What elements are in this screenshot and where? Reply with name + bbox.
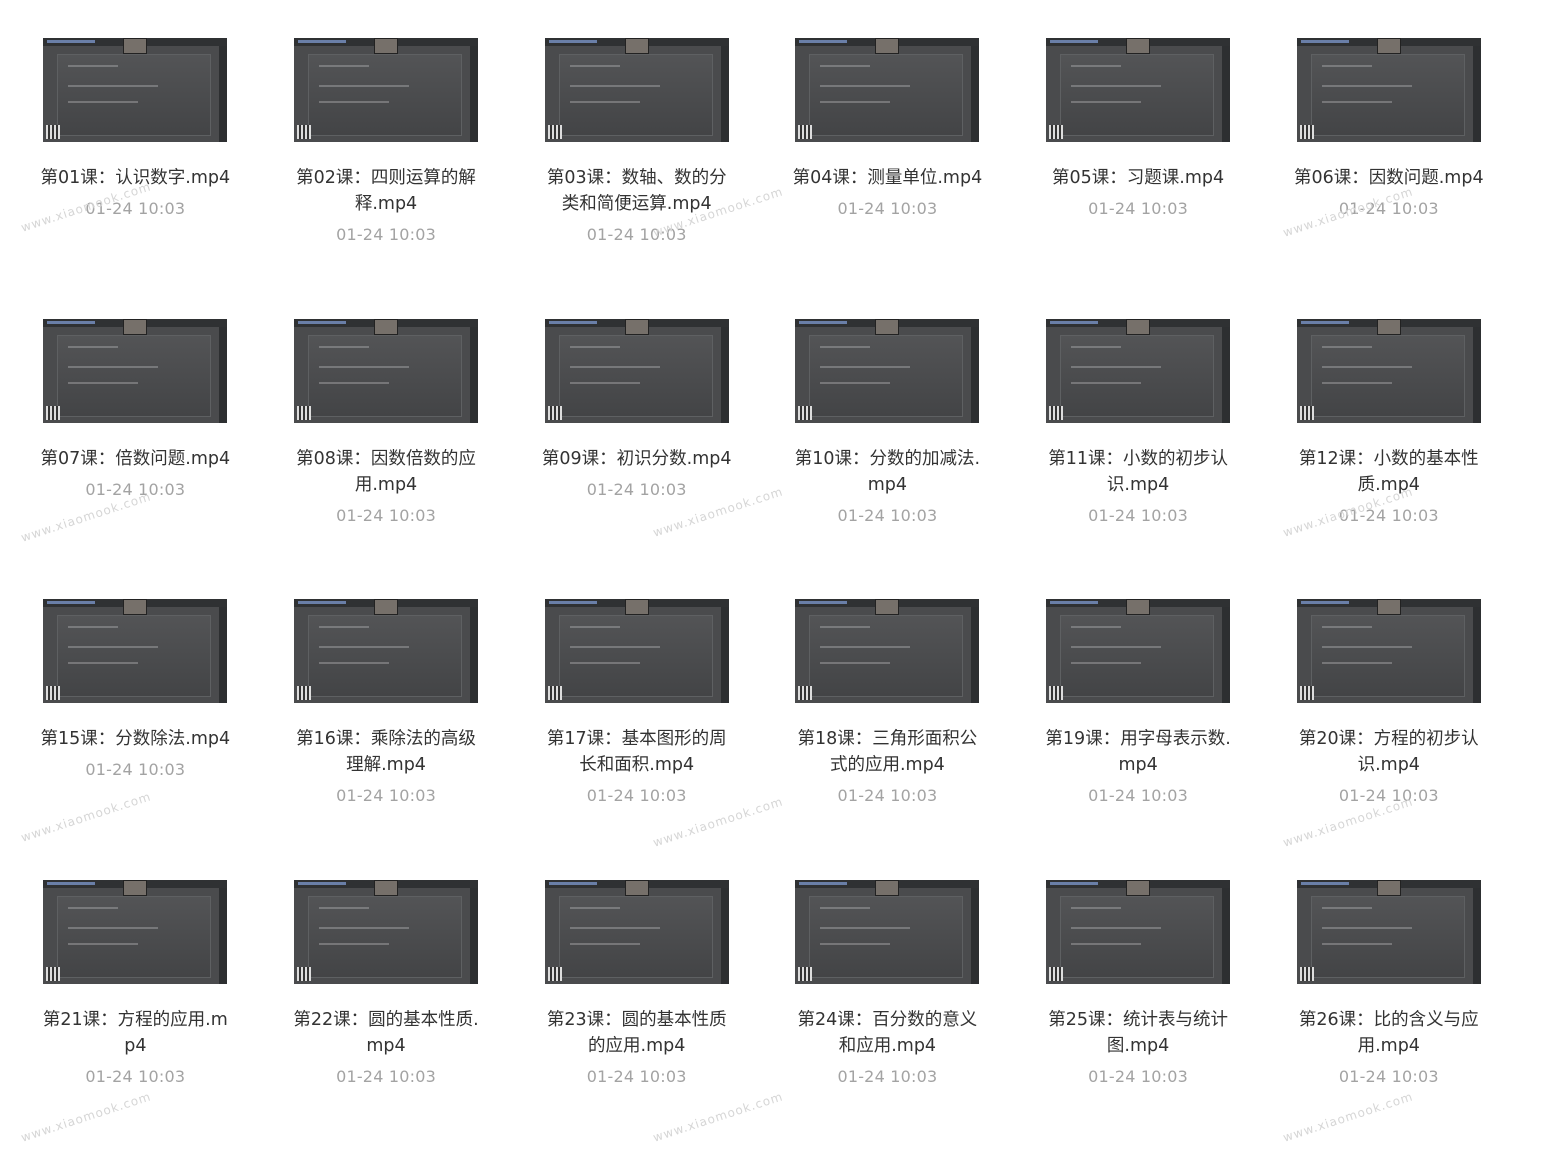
video-tile[interactable]: 第01课：认识数字.mp4 01-24 10:03 [10, 38, 261, 319]
video-thumbnail[interactable] [1296, 880, 1481, 985]
video-tile[interactable]: 第08课：因数倍数的应用.mp4 01-24 10:03 [261, 318, 512, 600]
video-time: 01-24 10:03 [837, 199, 938, 218]
video-time: 01-24 10:03 [85, 760, 186, 780]
video-tile[interactable]: 第19课：用字母表示数.mp4 01-24 10:03 [1013, 599, 1264, 880]
video-tile[interactable]: 第09课：初识分数.mp4 01-24 10:03 [511, 318, 762, 600]
video-tile[interactable]: 第03课：数轴、数的分类和简便运算.mp4 01-24 10:03 [511, 38, 762, 319]
video-title[interactable]: 第17课：基本图形的周长和面积.mp4 [540, 726, 734, 778]
video-thumbnail[interactable] [43, 880, 228, 985]
video-time: 01-24 10:03 [1088, 199, 1189, 218]
video-time: 01-24 10:03 [336, 225, 436, 244]
video-title[interactable]: 第08课：因数倍数的应用.mp4 [289, 446, 483, 498]
video-tile[interactable]: 第04课：测量单位.mp4 01-24 10:03 [762, 38, 1013, 319]
video-time: 01-24 10:03 [1088, 1067, 1189, 1087]
video-tile[interactable]: 第22课：圆的基本性质.mp4 01-24 10:03 [261, 880, 512, 1161]
video-tile[interactable]: 第24课：百分数的意义和应用.mp4 01-24 10:03 [762, 880, 1013, 1161]
video-tile[interactable]: 第21课：方程的应用.mp4 01-24 10:03 [10, 880, 261, 1161]
video-tile[interactable]: 第12课：小数的基本性质.mp4 01-24 10:03 [1263, 318, 1514, 600]
video-title[interactable]: 第26课：比的含义与应用.mp4 [1292, 1007, 1486, 1059]
video-thumbnail[interactable] [1296, 38, 1481, 142]
video-time: 01-24 10:03 [586, 479, 687, 499]
video-title[interactable]: 第18课：三角形面积公式的应用.mp4 [790, 726, 984, 778]
video-time: 01-24 10:03 [336, 1067, 436, 1087]
video-time: 01-24 10:03 [1338, 1067, 1439, 1087]
video-title[interactable]: 第11课：小数的初步认识.mp4 [1041, 446, 1235, 498]
video-title[interactable]: 第20课：方程的初步认识.mp4 [1292, 726, 1486, 778]
video-thumbnail[interactable] [294, 318, 479, 423]
video-thumbnail[interactable] [795, 318, 980, 423]
video-tile[interactable]: 第05课：习题课.mp4 01-24 10:03 [1013, 38, 1264, 319]
video-tile[interactable]: 第25课：统计表与统计图.mp4 01-24 10:03 [1013, 880, 1264, 1161]
video-title[interactable]: 第15课：分数除法.mp4 [38, 726, 232, 752]
video-title[interactable]: 第19课：用字母表示数.mp4 [1041, 726, 1235, 778]
video-tile[interactable]: 第11课：小数的初步认识.mp4 01-24 10:03 [1013, 318, 1264, 600]
video-thumbnail[interactable] [544, 880, 729, 985]
video-tile[interactable]: 第02课：四则运算的解释.mp4 01-24 10:03 [261, 38, 512, 319]
video-time: 01-24 10:03 [837, 786, 938, 806]
video-thumbnail[interactable] [1296, 599, 1481, 704]
video-thumbnail[interactable] [1046, 880, 1231, 985]
video-time: 01-24 10:03 [336, 786, 436, 806]
video-thumbnail[interactable] [43, 318, 228, 423]
video-time: 01-24 10:03 [336, 505, 436, 525]
video-thumbnail[interactable] [43, 38, 228, 142]
video-thumbnail[interactable] [294, 38, 479, 142]
video-title[interactable]: 第23课：圆的基本性质的应用.mp4 [540, 1007, 734, 1059]
video-tile[interactable]: 第18课：三角形面积公式的应用.mp4 01-24 10:03 [762, 599, 1013, 880]
video-time: 01-24 10:03 [586, 786, 687, 806]
video-time: 01-24 10:03 [85, 1067, 186, 1087]
video-thumbnail[interactable] [544, 318, 729, 423]
video-thumbnail[interactable] [1046, 599, 1231, 704]
video-title[interactable]: 第05课：习题课.mp4 [1041, 165, 1235, 191]
video-time: 01-24 10:03 [837, 505, 938, 525]
video-tile[interactable]: 第17课：基本图形的周长和面积.mp4 01-24 10:03 [511, 599, 762, 880]
video-title[interactable]: 第16课：乘除法的高级理解.mp4 [289, 726, 483, 778]
video-tile[interactable]: 第26课：比的含义与应用.mp4 01-24 10:03 [1263, 880, 1514, 1161]
video-time: 01-24 10:03 [1088, 786, 1189, 806]
video-title[interactable]: 第22课：圆的基本性质.mp4 [289, 1007, 483, 1059]
video-title[interactable]: 第09课：初识分数.mp4 [540, 446, 734, 472]
video-tile[interactable]: 第15课：分数除法.mp4 01-24 10:03 [10, 599, 261, 880]
video-thumbnail[interactable] [1296, 318, 1481, 423]
video-thumbnail[interactable] [795, 599, 980, 704]
video-tile[interactable]: 第07课：倍数问题.mp4 01-24 10:03 [10, 318, 261, 600]
video-tile[interactable]: 第10课：分数的加减法.mp4 01-24 10:03 [762, 318, 1013, 600]
video-title[interactable]: 第10课：分数的加减法.mp4 [790, 446, 984, 498]
video-title[interactable]: 第24课：百分数的意义和应用.mp4 [790, 1007, 984, 1059]
video-thumbnail[interactable] [294, 880, 479, 985]
video-title[interactable]: 第07课：倍数问题.mp4 [38, 446, 232, 472]
video-tile[interactable]: 第16课：乘除法的高级理解.mp4 01-24 10:03 [261, 599, 512, 880]
video-grid: 第01课：认识数字.mp4 01-24 10:03 第02课：四则运算的解释.mp… [10, 38, 1514, 1161]
video-time: 01-24 10:03 [837, 1067, 938, 1087]
video-thumbnail[interactable] [1046, 318, 1231, 423]
video-title[interactable]: 第25课：统计表与统计图.mp4 [1041, 1007, 1235, 1059]
video-thumbnail[interactable] [544, 38, 729, 142]
video-time: 01-24 10:03 [586, 1067, 687, 1087]
video-title[interactable]: 第02课：四则运算的解释.mp4 [289, 165, 483, 217]
video-thumbnail[interactable] [795, 880, 980, 985]
video-thumbnail[interactable] [294, 599, 479, 704]
video-title[interactable]: 第12课：小数的基本性质.mp4 [1292, 446, 1486, 498]
video-thumbnail[interactable] [1046, 38, 1231, 142]
video-thumbnail[interactable] [43, 599, 228, 704]
video-title[interactable]: 第06课：因数问题.mp4 [1292, 165, 1486, 191]
video-time: 01-24 10:03 [1088, 505, 1189, 525]
video-thumbnail[interactable] [544, 599, 729, 704]
video-title[interactable]: 第04课：测量单位.mp4 [790, 165, 984, 191]
video-tile[interactable]: 第06课：因数问题.mp4 01-24 10:03 [1263, 38, 1514, 319]
video-title[interactable]: 第21课：方程的应用.mp4 [38, 1007, 232, 1059]
video-thumbnail[interactable] [795, 38, 980, 142]
